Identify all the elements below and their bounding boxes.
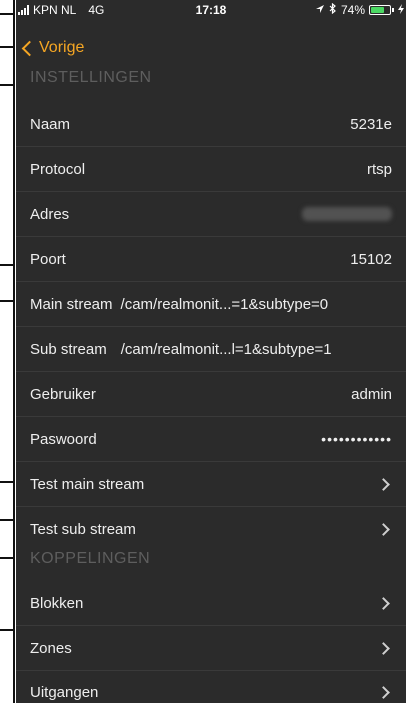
row-value: 15102 (350, 250, 392, 268)
annotation-strip (0, 0, 16, 703)
redacted-address (302, 207, 392, 221)
annotation-tick (0, 481, 14, 483)
settings-row-main-stream[interactable]: Main stream /cam/realmonit...=1&subtype=… (16, 282, 406, 327)
settings-row-naam[interactable]: Naam 5231e (16, 102, 406, 147)
annotation-tick (0, 557, 14, 559)
chevron-right-icon (377, 477, 390, 491)
row-value: admin (351, 385, 392, 403)
annotation-tick (0, 519, 14, 521)
row-label: Gebruiker (30, 385, 96, 403)
status-right: 74% (315, 2, 404, 17)
row-label: Main stream (30, 295, 113, 313)
row-label: Zones (30, 639, 72, 657)
settings-screen: KPN NL 4G 17:18 74% Vorige INSTELLINGEN … (16, 0, 406, 703)
bluetooth-icon (329, 2, 337, 17)
settings-row-protocol[interactable]: Protocol rtsp (16, 147, 406, 192)
row-label: Blokken (30, 594, 84, 612)
row-label: Test main stream (30, 475, 145, 493)
couplings-row-blokken[interactable]: Blokken (16, 581, 406, 626)
location-arrow-icon (315, 3, 325, 17)
charging-icon (398, 3, 404, 17)
row-label: Adres (30, 205, 70, 223)
settings-row-poort[interactable]: Poort 15102 (16, 237, 406, 282)
row-value: 5231e (350, 115, 392, 133)
chevron-right-icon (377, 641, 390, 655)
annotation-line (13, 0, 15, 703)
back-label: Vorige (39, 39, 85, 56)
annotation-tick (0, 629, 14, 631)
row-value: /cam/realmonit...l=1&subtype=1 (120, 340, 332, 358)
back-button[interactable]: Vorige (16, 34, 84, 62)
annotation-tick (0, 300, 14, 302)
couplings-row-uitgangen[interactable]: Uitgangen (16, 670, 406, 703)
settings-row-sub-stream[interactable]: Sub stream /cam/realmonit...l=1&subtype=… (16, 327, 406, 372)
annotation-tick (0, 84, 14, 86)
annotation-tick (0, 13, 14, 15)
annotation-tick (0, 264, 14, 266)
password-dots: •••••••••••• (321, 431, 392, 447)
battery-percentage: 74% (340, 3, 365, 17)
row-label: Sub stream (30, 340, 107, 358)
chevron-right-icon (377, 685, 390, 699)
battery-icon (369, 5, 391, 15)
settings-row-adres[interactable]: Adres (16, 192, 406, 237)
section-header-settings: INSTELLINGEN (30, 69, 152, 86)
row-label: Naam (30, 115, 71, 133)
chevron-right-icon (377, 523, 390, 536)
row-value: rtsp (366, 160, 392, 178)
annotation-tick (0, 46, 14, 48)
settings-row-paswoord[interactable]: Paswoord •••••••••••• (16, 417, 406, 462)
test-main-stream-button[interactable]: Test main stream (16, 462, 406, 507)
status-bar: KPN NL 4G 17:18 74% (16, 0, 406, 20)
row-label: Uitgangen (30, 683, 99, 701)
row-label: Poort (30, 250, 66, 268)
settings-row-gebruiker[interactable]: Gebruiker admin (16, 372, 406, 417)
couplings-row-zones[interactable]: Zones (16, 626, 406, 671)
test-sub-stream-button[interactable]: Test sub stream (16, 507, 406, 552)
battery-tip (392, 8, 394, 12)
row-label: Protocol (30, 160, 86, 178)
section-header-couplings: KOPPELINGEN (30, 550, 151, 567)
chevron-right-icon (377, 596, 390, 610)
chevron-left-icon (21, 40, 38, 56)
row-label: Paswoord (30, 430, 97, 448)
row-value: /cam/realmonit...=1&subtype=0 (120, 295, 329, 313)
row-label: Test sub stream (30, 521, 136, 538)
